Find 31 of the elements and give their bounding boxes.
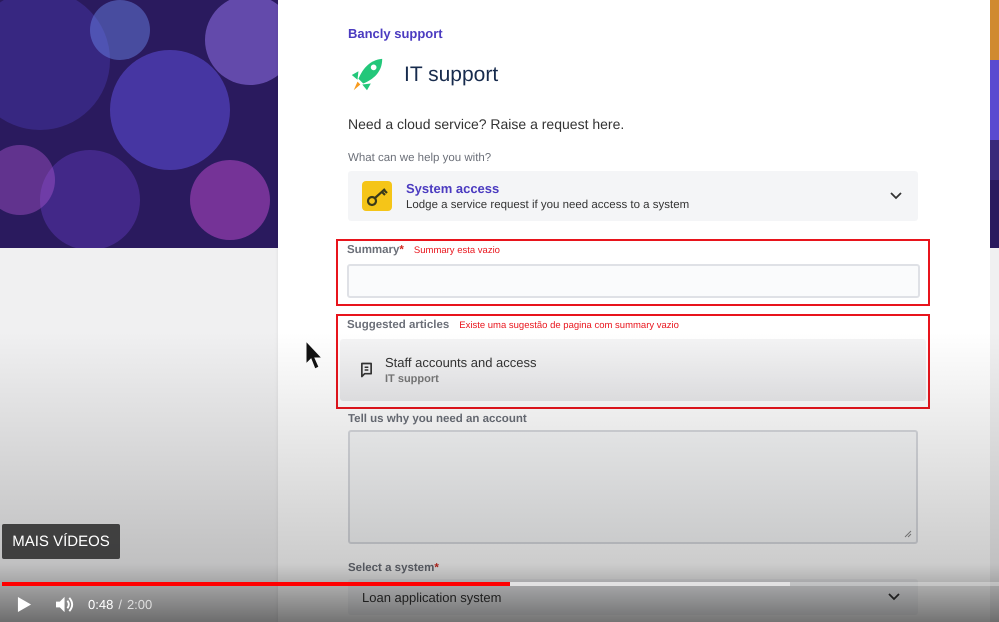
portal-description: Need a cloud service? Raise a request here. <box>348 116 626 132</box>
video-duration: 2:00 <box>126 596 152 612</box>
chevron-down-icon <box>888 593 900 601</box>
volume-icon[interactable] <box>55 594 76 614</box>
chevron-down-icon <box>890 192 902 200</box>
annotation-note: Summary esta vazio <box>414 245 500 256</box>
section-label: Suggested articles <box>347 319 450 331</box>
field-label: Tell us why you need an account <box>348 413 528 425</box>
system-select[interactable]: Loan application system <box>348 579 918 615</box>
field-label: Summary* <box>347 244 404 256</box>
breadcrumb-link[interactable]: Bancly support <box>348 26 443 41</box>
portal-title: IT support <box>404 63 498 87</box>
request-type-name: System access <box>406 181 500 196</box>
time-separator: / <box>118 596 122 612</box>
field-label: What can we help you with? <box>348 152 492 164</box>
summary-input[interactable] <box>347 264 920 298</box>
play-icon[interactable] <box>17 596 32 612</box>
article-card[interactable]: Staff accounts and access IT support <box>340 339 926 401</box>
article-source: IT support <box>385 373 440 385</box>
request-type-description: Lodge a service request if you need access to a system <box>406 199 690 211</box>
resize-handle-icon <box>904 530 912 538</box>
request-type-dropdown[interactable]: System access Lodge a service request if you need access to a system <box>348 171 918 221</box>
more-videos-button[interactable]: MAIS VÍDEOS <box>2 524 120 559</box>
article-title: Staff accounts and access <box>385 355 538 370</box>
annotation-note: Existe uma sugestão de pagina com summary vazio <box>459 320 679 331</box>
document-icon <box>360 362 373 378</box>
current-time: 0:48 <box>88 596 114 612</box>
key-icon <box>362 181 392 211</box>
progress-track[interactable] <box>2 582 999 586</box>
field-label: Select a system* <box>348 562 440 574</box>
mouse-cursor-icon <box>305 340 323 370</box>
